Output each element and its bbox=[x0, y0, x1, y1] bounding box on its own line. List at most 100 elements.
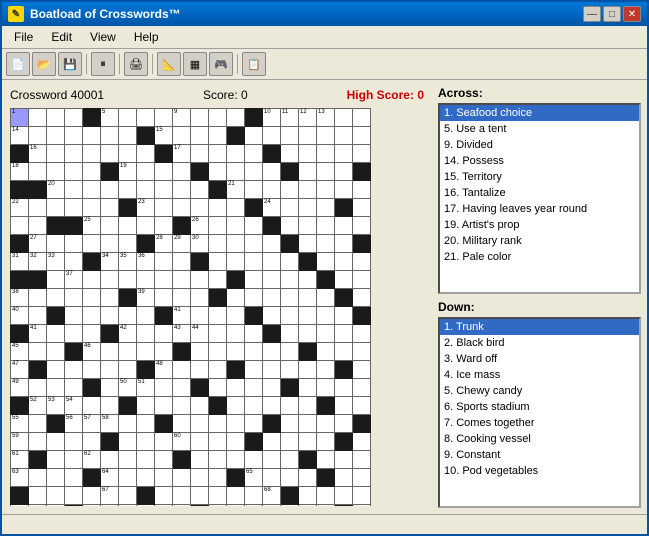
table-row[interactable] bbox=[227, 235, 245, 253]
table-row[interactable] bbox=[119, 217, 137, 235]
table-row[interactable]: 41 bbox=[173, 307, 191, 325]
table-row[interactable] bbox=[281, 361, 299, 379]
table-row[interactable] bbox=[263, 433, 281, 451]
table-row[interactable] bbox=[29, 127, 47, 145]
table-row[interactable] bbox=[299, 307, 317, 325]
table-row[interactable] bbox=[29, 307, 47, 325]
table-row[interactable] bbox=[353, 181, 371, 199]
table-row[interactable] bbox=[227, 145, 245, 163]
table-row[interactable]: 62 bbox=[83, 451, 101, 469]
table-row[interactable] bbox=[227, 289, 245, 307]
table-row[interactable] bbox=[299, 325, 317, 343]
table-row[interactable] bbox=[191, 505, 209, 507]
table-row[interactable] bbox=[245, 217, 263, 235]
table-row[interactable] bbox=[245, 451, 263, 469]
table-row[interactable] bbox=[299, 181, 317, 199]
table-row[interactable] bbox=[353, 253, 371, 271]
table-row[interactable]: 22 bbox=[11, 199, 29, 217]
table-row[interactable] bbox=[191, 163, 209, 181]
table-row[interactable] bbox=[29, 469, 47, 487]
table-row[interactable] bbox=[101, 127, 119, 145]
table-row[interactable] bbox=[281, 415, 299, 433]
table-row[interactable] bbox=[83, 325, 101, 343]
list-item[interactable]: 19. Artist's prop bbox=[440, 217, 639, 233]
table-row[interactable] bbox=[263, 235, 281, 253]
table-row[interactable]: 41 bbox=[29, 325, 47, 343]
table-row[interactable] bbox=[83, 199, 101, 217]
table-row[interactable] bbox=[317, 505, 335, 507]
table-row[interactable] bbox=[227, 397, 245, 415]
table-row[interactable] bbox=[119, 127, 137, 145]
table-row[interactable] bbox=[29, 361, 47, 379]
list-item[interactable]: 10. Pod vegetables bbox=[440, 463, 639, 479]
list-item[interactable]: 8. Cooking vessel bbox=[440, 431, 639, 447]
table-row[interactable] bbox=[11, 271, 29, 289]
table-row[interactable] bbox=[209, 451, 227, 469]
table-row[interactable] bbox=[209, 181, 227, 199]
table-row[interactable] bbox=[317, 235, 335, 253]
table-row[interactable] bbox=[263, 469, 281, 487]
table-row[interactable] bbox=[335, 343, 353, 361]
table-row[interactable] bbox=[227, 451, 245, 469]
table-row[interactable] bbox=[281, 397, 299, 415]
table-row[interactable] bbox=[101, 379, 119, 397]
list-item[interactable]: 1. Trunk bbox=[440, 319, 639, 335]
table-row[interactable]: 29 bbox=[173, 235, 191, 253]
table-row[interactable] bbox=[245, 181, 263, 199]
table-row[interactable] bbox=[137, 343, 155, 361]
table-row[interactable] bbox=[191, 199, 209, 217]
table-row[interactable]: 17 bbox=[173, 145, 191, 163]
table-row[interactable] bbox=[191, 469, 209, 487]
table-row[interactable]: 25 bbox=[83, 217, 101, 235]
table-row[interactable] bbox=[281, 127, 299, 145]
table-row[interactable]: 52 bbox=[29, 397, 47, 415]
table-row[interactable] bbox=[227, 379, 245, 397]
table-row[interactable]: 53 bbox=[47, 397, 65, 415]
table-row[interactable]: 21 bbox=[227, 181, 245, 199]
table-row[interactable] bbox=[101, 451, 119, 469]
list-item[interactable]: 9. Divided bbox=[440, 137, 639, 153]
table-row[interactable] bbox=[65, 343, 83, 361]
table-row[interactable] bbox=[263, 145, 281, 163]
table-row[interactable] bbox=[65, 433, 83, 451]
table-row[interactable] bbox=[209, 271, 227, 289]
table-row[interactable] bbox=[281, 433, 299, 451]
table-row[interactable] bbox=[119, 109, 137, 127]
table-row[interactable] bbox=[281, 487, 299, 505]
maximize-button[interactable]: □ bbox=[603, 6, 621, 22]
table-row[interactable] bbox=[47, 271, 65, 289]
table-row[interactable] bbox=[119, 289, 137, 307]
table-row[interactable]: 12 bbox=[299, 109, 317, 127]
table-row[interactable] bbox=[47, 235, 65, 253]
table-row[interactable] bbox=[65, 163, 83, 181]
table-row[interactable] bbox=[191, 307, 209, 325]
table-row[interactable] bbox=[83, 361, 101, 379]
table-row[interactable] bbox=[101, 163, 119, 181]
table-row[interactable] bbox=[173, 181, 191, 199]
table-row[interactable] bbox=[335, 271, 353, 289]
table-row[interactable] bbox=[227, 343, 245, 361]
table-row[interactable]: 9 bbox=[173, 109, 191, 127]
table-row[interactable] bbox=[281, 343, 299, 361]
table-row[interactable] bbox=[83, 127, 101, 145]
table-row[interactable]: 35 bbox=[119, 253, 137, 271]
menu-help[interactable]: Help bbox=[126, 28, 167, 46]
grid-button[interactable]: ▦ bbox=[183, 52, 207, 76]
table-row[interactable] bbox=[155, 379, 173, 397]
table-row[interactable] bbox=[173, 397, 191, 415]
table-row[interactable] bbox=[335, 181, 353, 199]
table-row[interactable]: 51 bbox=[137, 379, 155, 397]
table-row[interactable] bbox=[227, 415, 245, 433]
table-row[interactable] bbox=[335, 433, 353, 451]
table-row[interactable] bbox=[173, 343, 191, 361]
table-row[interactable] bbox=[353, 379, 371, 397]
new-button[interactable]: 📄 bbox=[6, 52, 30, 76]
table-row[interactable] bbox=[317, 361, 335, 379]
clipboard-button[interactable]: 📋 bbox=[242, 52, 266, 76]
table-row[interactable] bbox=[353, 397, 371, 415]
table-row[interactable] bbox=[83, 145, 101, 163]
table-row[interactable] bbox=[263, 451, 281, 469]
table-row[interactable] bbox=[299, 163, 317, 181]
table-row[interactable] bbox=[317, 163, 335, 181]
table-row[interactable] bbox=[335, 109, 353, 127]
